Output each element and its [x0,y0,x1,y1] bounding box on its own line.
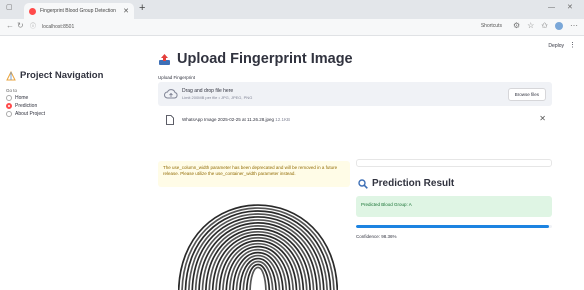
fingerprint-drawing [178,204,338,290]
confidence-progress-bar [356,225,552,228]
radio-label: Prediction [15,103,38,109]
upload-tray-icon [159,53,170,65]
remove-file-icon[interactable]: ✕ [539,115,546,123]
prediction-success-box: Predicted Blood Group: A [356,196,552,217]
radio-label: Home [15,95,29,101]
profile-avatar[interactable] [555,22,563,30]
fingerprint-image [178,194,338,290]
page-title: Upload Fingerprint Image [177,51,353,67]
reload-icon[interactable]: ↻ [17,22,24,30]
dropzone-subtitle: Limit 200MB per file • JPG, JPEG, PNG [182,95,253,100]
sidebar-heading: Project Navigation [6,70,103,81]
browser-tab-bar: ▢ Fingerprint Blood Group Detection ✕ + … [0,0,584,19]
streamlit-favicon-icon [29,7,36,15]
file-size: 12.1KB [275,117,291,122]
radio-button[interactable] [6,111,12,117]
dropzone-title: Drag and drop file here [182,88,234,94]
confidence-text: Confidence: 98.36% [356,234,397,239]
sidebar: Project Navigation Go to Home Prediction… [0,36,145,290]
browse-files-button[interactable]: Browse files [507,88,546,101]
streamlit-app: Deploy ⋮ Project Navigation Go to Home P… [0,36,584,290]
radio-option-prediction[interactable]: Prediction [6,102,45,110]
favorites-icon[interactable]: ✩ [541,22,548,30]
deploy-button[interactable]: Deploy [548,43,564,49]
close-window-icon[interactable]: ✕ [567,4,573,11]
deprecation-warning: The use_column_width parameter has been … [158,161,350,187]
minimize-icon[interactable]: — [548,4,555,11]
site-info-icon[interactable]: ⓘ [30,24,36,30]
tab-title: Fingerprint Blood Group Detection [40,8,116,14]
confidence-progress-fill [356,225,549,228]
result-container-top [356,159,552,167]
goto-label: Go to [6,88,18,93]
tab-close-icon[interactable]: ✕ [123,8,129,15]
tab-list-icon[interactable]: ▢ [6,4,13,11]
navigation-radio-group: Home Prediction About Project [6,94,45,118]
uploaded-file-row: WhatsApp Image 2025-02-25 at 11.26.28.jp… [158,112,552,128]
radio-button-selected[interactable] [6,103,12,109]
shortcuts-label[interactable]: Shortcuts [481,23,502,29]
cloud-upload-icon [164,89,178,99]
main-menu-icon[interactable]: ⋮ [569,41,576,49]
browser-tab[interactable]: Fingerprint Blood Group Detection ✕ [24,3,134,19]
radio-label: About Project [15,111,46,117]
file-icon [166,115,174,125]
browser-toolbar: Shortcuts ⚙ ☆ ✩ ⋯ [481,22,578,30]
back-icon[interactable]: ← [6,22,14,30]
magnifier-icon [358,178,368,189]
prediction-title: Prediction Result [372,178,455,189]
page-heading: Upload Fingerprint Image [158,51,353,67]
file-dropzone[interactable]: Drag and drop file here Limit 200MB per … [158,82,552,106]
settings-icon[interactable]: ⚙ [513,22,520,30]
url-field[interactable]: localhost:8501 [42,24,74,30]
new-tab-icon[interactable]: + [139,3,145,14]
prediction-heading: Prediction Result [358,178,454,189]
radio-option-home[interactable]: Home [6,94,45,102]
file-name: WhatsApp Image 2025-02-25 at 11.26.28.jp… [182,117,291,122]
radio-option-about[interactable]: About Project [6,110,45,118]
uploader-label: Upload Fingerprint [158,75,196,80]
address-bar: ← ↻ ⓘ localhost:8501 Shortcuts ⚙ ☆ ✩ ⋯ [0,19,584,36]
fingerprint-ridge [178,204,338,290]
extensions-icon[interactable]: ☆ [527,22,534,30]
fingerprint-ridge [249,266,267,290]
navigation-icon [6,70,16,80]
sidebar-title: Project Navigation [20,70,104,81]
more-icon[interactable]: ⋯ [570,22,578,30]
radio-button[interactable] [6,95,12,101]
